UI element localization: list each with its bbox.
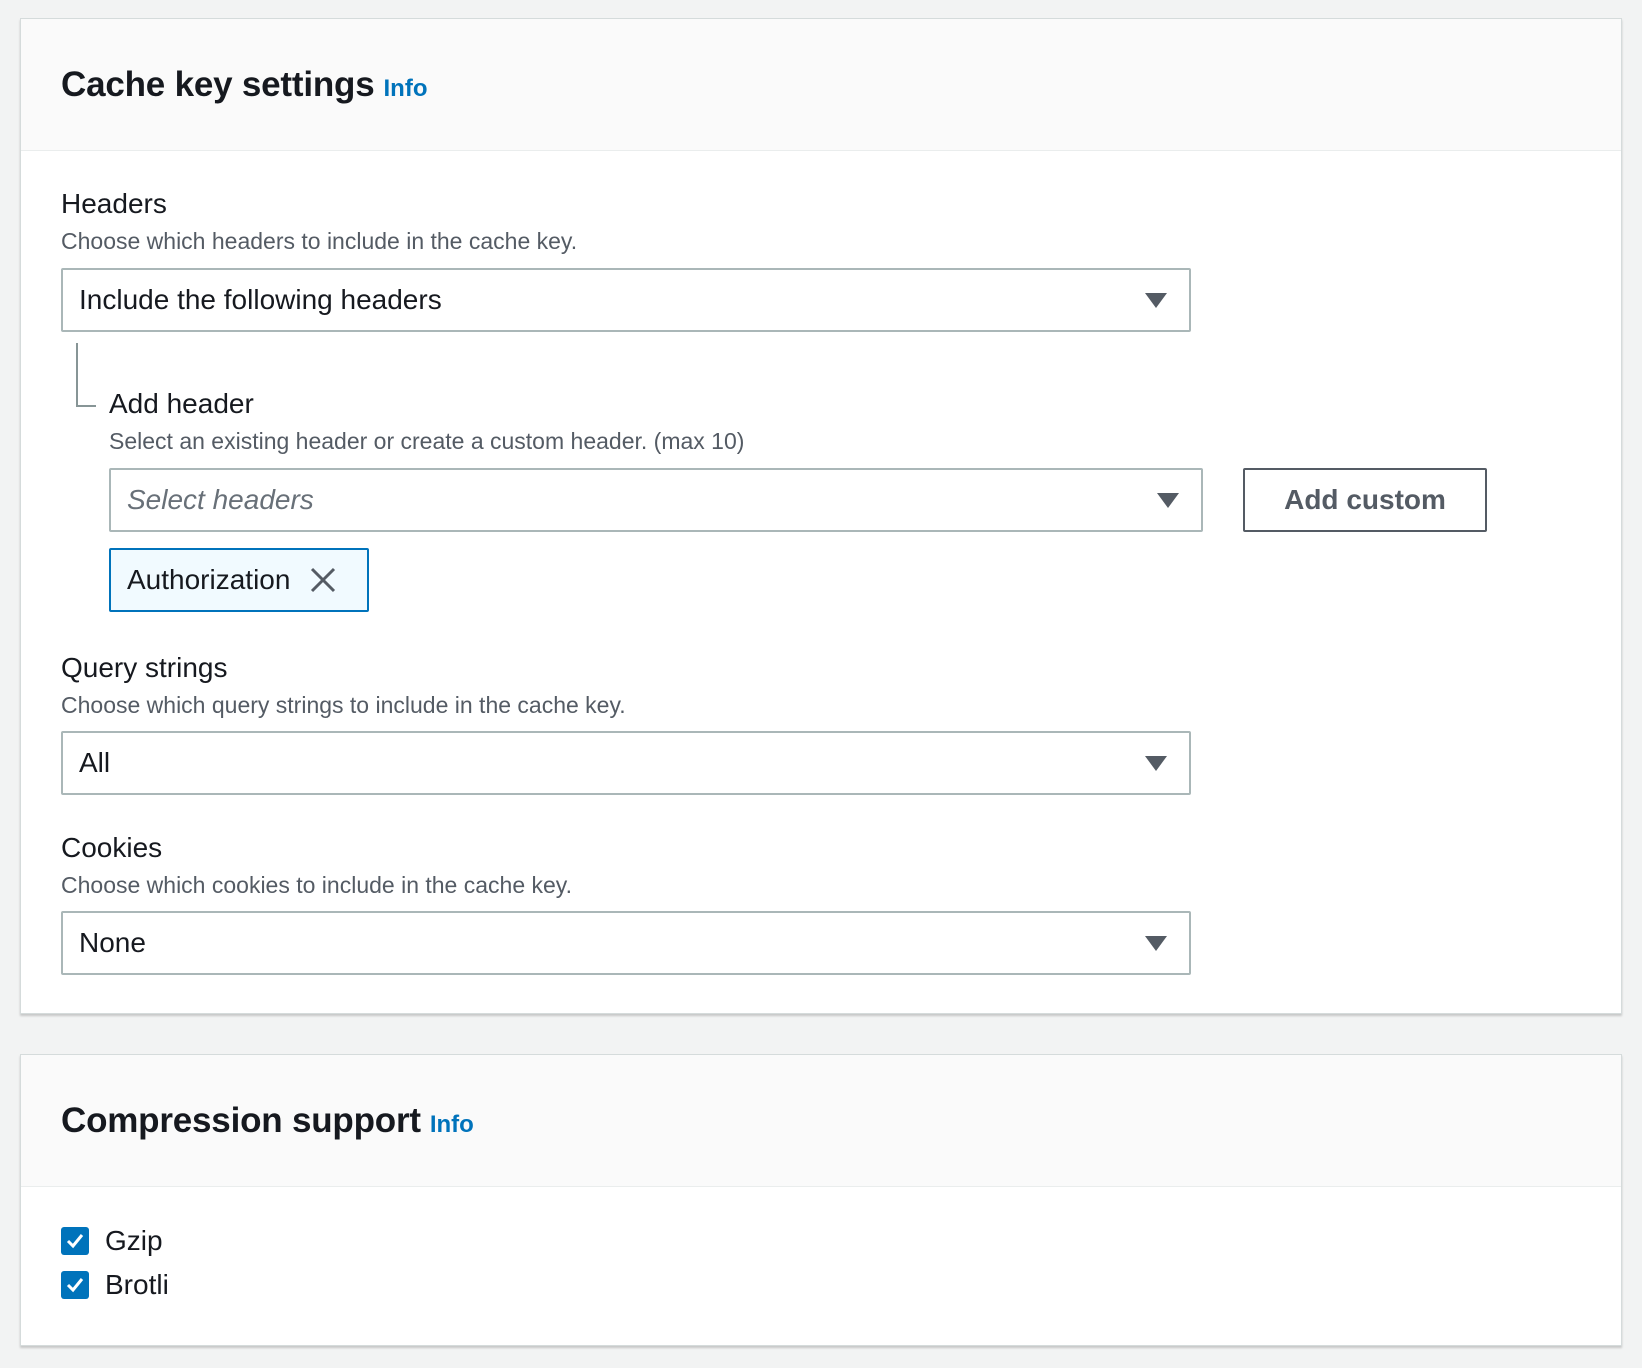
brotli-label: Brotli: [105, 1269, 169, 1300]
headers-label: Headers: [61, 188, 167, 219]
query-strings-select[interactable]: All: [61, 731, 1191, 795]
brotli-checkbox[interactable]: [61, 1271, 89, 1299]
add-custom-button[interactable]: Add custom: [1243, 468, 1487, 532]
add-header-label: Add header: [109, 388, 254, 419]
headers-description: Choose which headers to include in the c…: [61, 228, 578, 254]
compression-info-link[interactable]: Info: [430, 1111, 474, 1139]
cookies-description: Choose which cookies to include in the c…: [61, 872, 572, 898]
cookies-field: Cookies Choose which cookies to include …: [61, 831, 572, 899]
close-icon[interactable]: [308, 565, 338, 595]
headers-select[interactable]: Include the following headers: [61, 268, 1191, 332]
brotli-checkbox-row[interactable]: Brotli: [61, 1269, 169, 1301]
gzip-checkbox[interactable]: [61, 1227, 89, 1255]
caret-down-icon: [1145, 756, 1167, 771]
cache-key-settings-panel: Cache key settings Info Headers Choose w…: [20, 18, 1622, 1014]
token-label: Authorization: [127, 564, 291, 595]
panel-title: Cache key settings: [61, 64, 375, 104]
add-header-description: Select an existing header or create a cu…: [109, 428, 745, 454]
cache-key-settings-header: Cache key settings Info: [21, 19, 1621, 151]
nested-connector-line: [76, 343, 96, 407]
headers-field: Headers Choose which headers to include …: [61, 187, 577, 255]
caret-down-icon: [1145, 293, 1167, 308]
select-headers-placeholder: Select headers: [127, 484, 314, 515]
query-strings-field: Query strings Choose which query strings…: [61, 651, 626, 719]
cache-key-info-link[interactable]: Info: [384, 75, 428, 103]
compression-support-panel: Compression support Info Gzip Brotli: [20, 1054, 1622, 1346]
query-strings-description: Choose which query strings to include in…: [61, 692, 626, 718]
gzip-label: Gzip: [105, 1225, 163, 1256]
select-headers-dropdown[interactable]: Select headers: [109, 468, 1203, 532]
cookies-select[interactable]: None: [61, 911, 1191, 975]
cookies-label: Cookies: [61, 832, 163, 863]
cookies-select-value: None: [79, 927, 146, 958]
checkmark-icon: [66, 1234, 84, 1249]
query-strings-label: Query strings: [61, 652, 228, 683]
gzip-checkbox-row[interactable]: Gzip: [61, 1225, 163, 1257]
checkmark-icon: [66, 1278, 84, 1293]
add-header-field: Add header Select an existing header or …: [109, 387, 744, 455]
headers-select-value: Include the following headers: [79, 284, 442, 315]
caret-down-icon: [1145, 936, 1167, 951]
compression-support-header: Compression support Info: [21, 1055, 1621, 1187]
query-strings-select-value: All: [79, 747, 111, 778]
panel-title: Compression support: [61, 1100, 421, 1140]
caret-down-icon: [1157, 493, 1179, 508]
header-token: Authorization: [109, 548, 369, 612]
